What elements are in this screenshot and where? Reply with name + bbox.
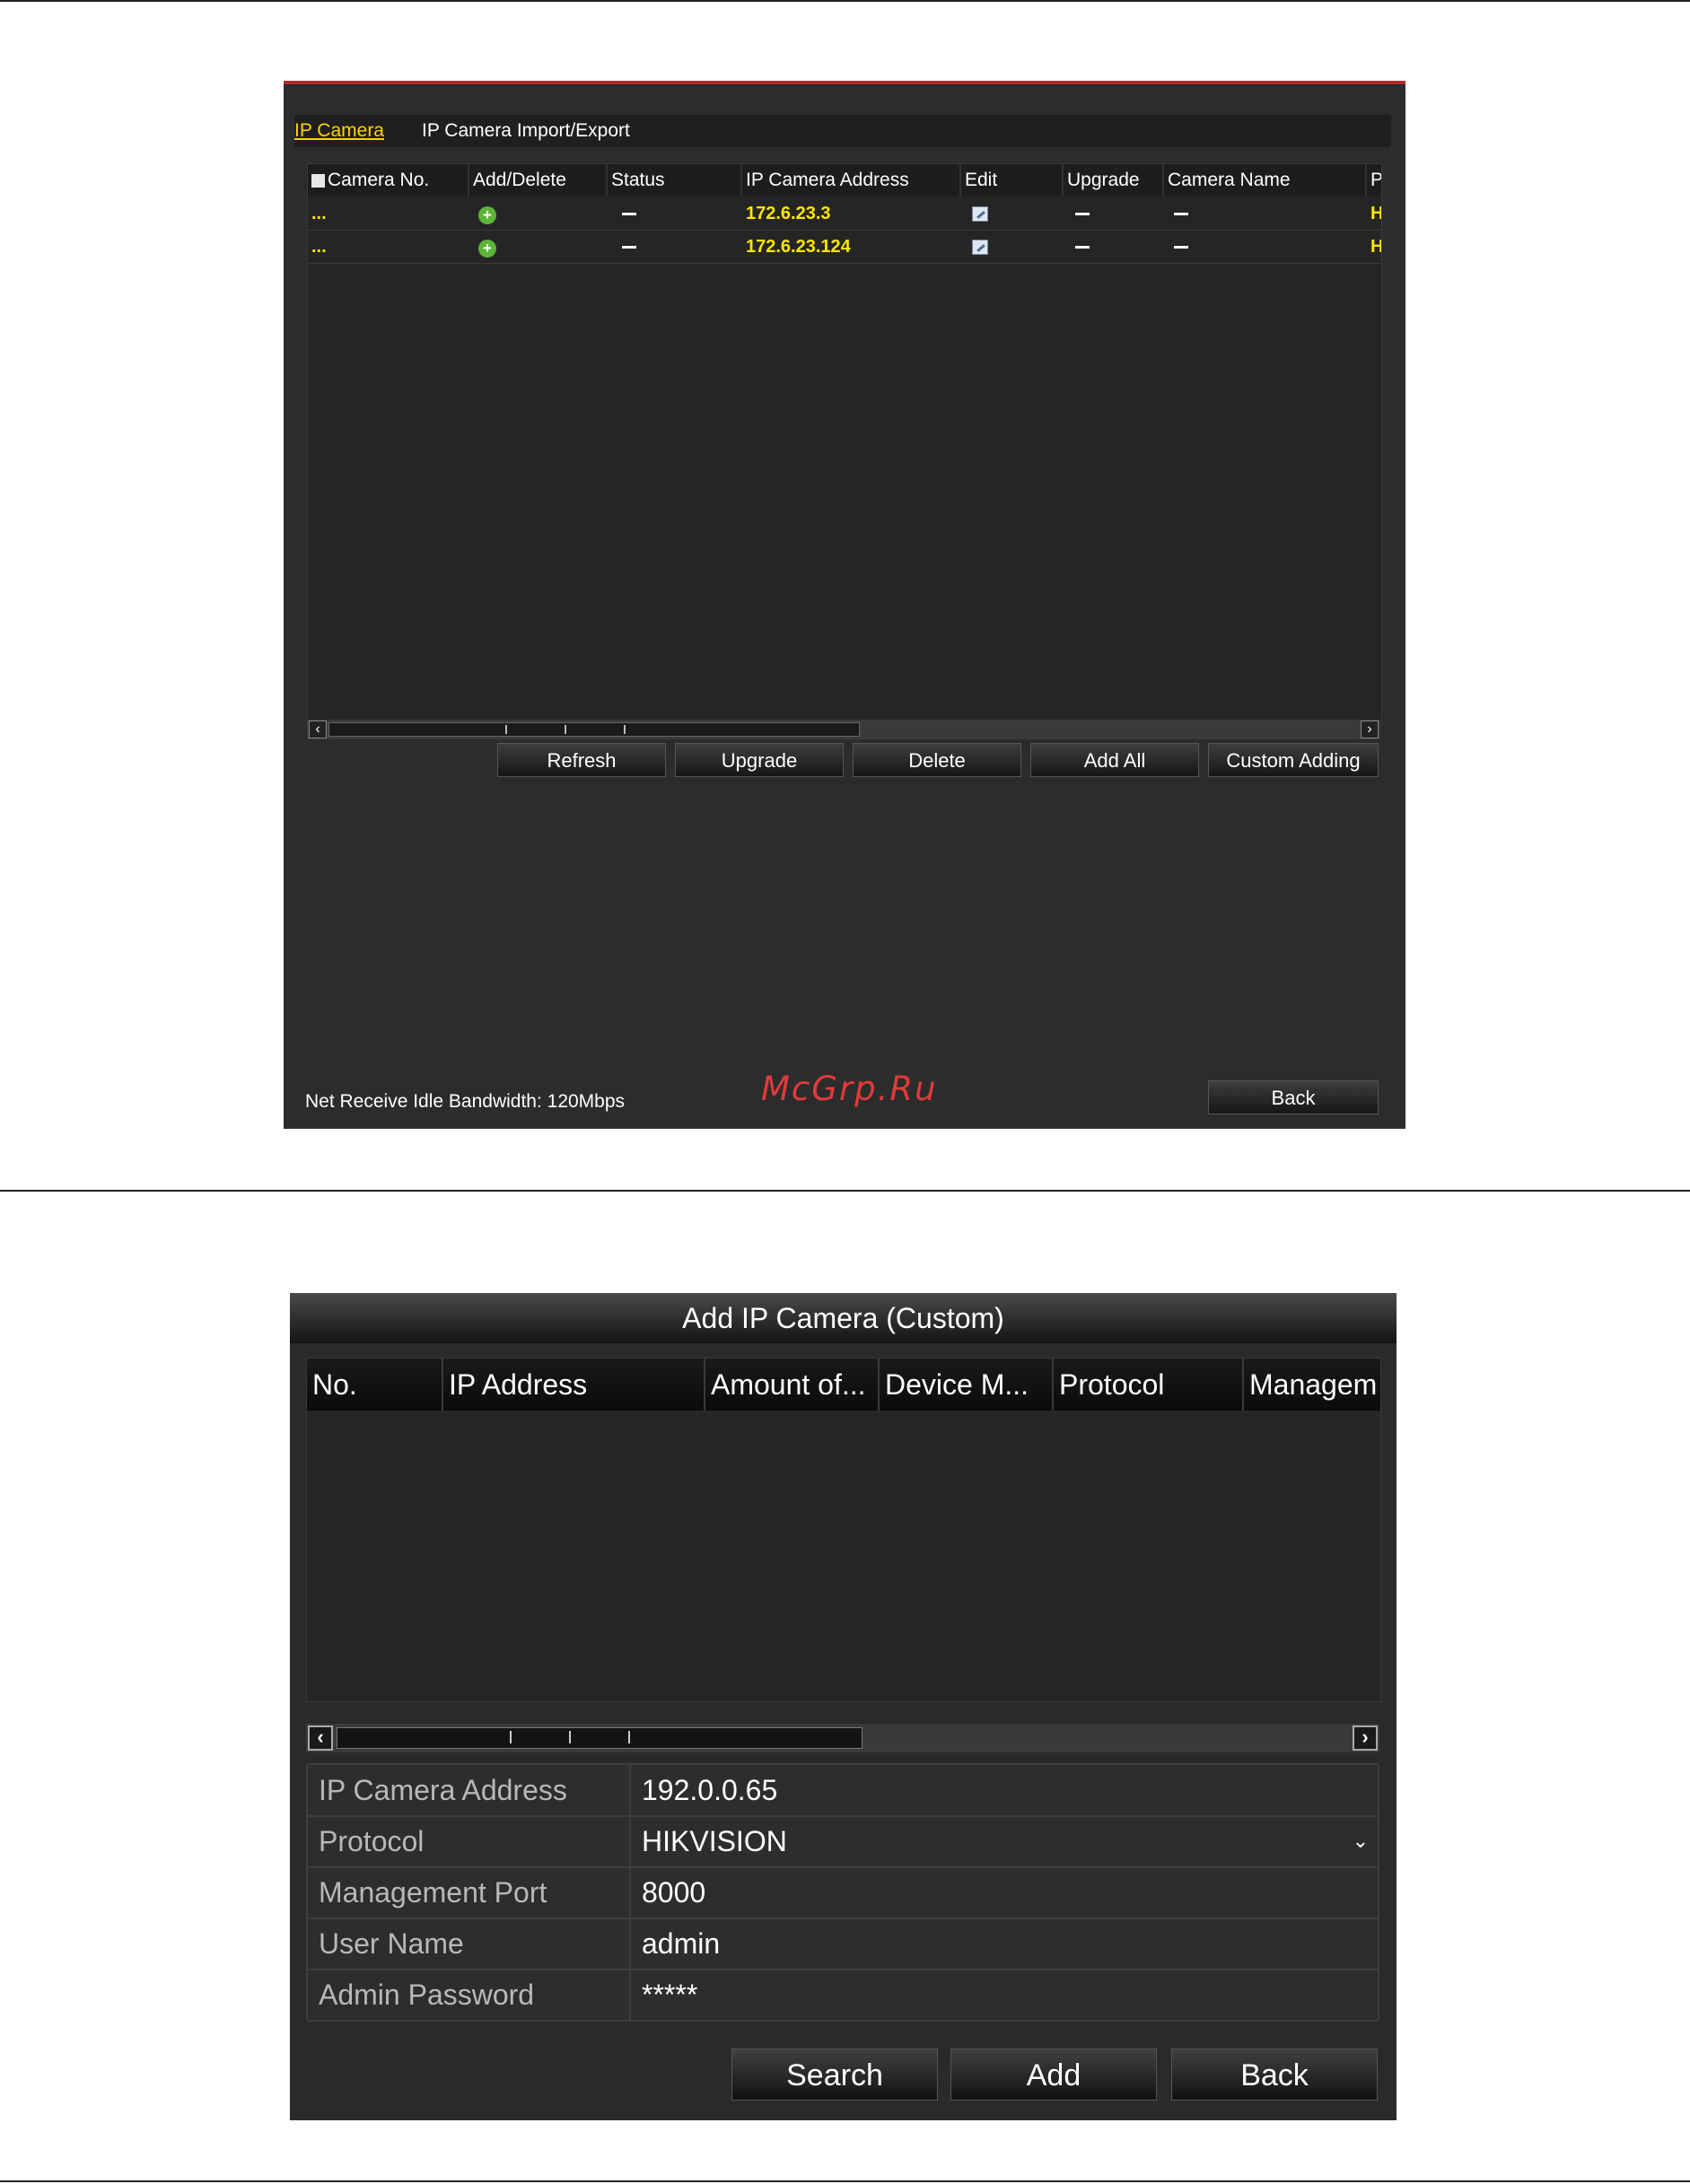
- chevron-left-icon[interactable]: ‹: [308, 1725, 333, 1751]
- col-device-model[interactable]: Device M...: [880, 1358, 1054, 1411]
- admin-password-input[interactable]: *****: [642, 1970, 697, 2020]
- camera-form: IP Camera Address 192.0.0.65 Protocol HI…: [306, 1763, 1379, 2022]
- scroll-grip: [505, 725, 507, 734]
- watermark: McGrp.Ru: [761, 1070, 938, 1108]
- user-name-label: User Name: [308, 1918, 631, 1969]
- form-row-protocol: Protocol HIKVISION ⌄: [308, 1816, 1378, 1868]
- horizontal-scrollbar[interactable]: ‹ ›: [307, 720, 1380, 739]
- form-row-ip-camera-address: IP Camera Address 192.0.0.65: [308, 1765, 1378, 1817]
- form-row-user-name: User Name admin: [308, 1918, 1378, 1970]
- scroll-grip: [569, 1731, 571, 1743]
- col-management-port[interactable]: Managem: [1244, 1358, 1380, 1411]
- edit-icon[interactable]: [972, 206, 988, 222]
- table-header: Camera No. Add/Delete Status IP Camera A…: [308, 164, 1381, 197]
- protocol-value: H: [1367, 197, 1381, 230]
- add-circle-icon[interactable]: +: [478, 206, 496, 224]
- col-no[interactable]: No.: [307, 1358, 443, 1411]
- middle-rule: [0, 1190, 1690, 1192]
- col-upgrade[interactable]: Upgrade: [1064, 164, 1164, 197]
- add-ip-camera-dialog: Add IP Camera (Custom) No. IP Address Am…: [290, 1293, 1397, 2120]
- scrollbar-thumb[interactable]: [328, 722, 860, 737]
- col-protocol[interactable]: P: [1367, 164, 1381, 197]
- ip-camera-address-input[interactable]: 192.0.0.65: [642, 1765, 777, 1815]
- tab-ip-camera-import-export[interactable]: IP Camera Import/Export: [422, 120, 630, 142]
- tab-ip-camera[interactable]: IP Camera: [294, 120, 384, 142]
- horizontal-scrollbar[interactable]: ‹ ›: [306, 1724, 1379, 1752]
- col-ip-camera-address[interactable]: IP Camera Address: [742, 164, 961, 197]
- table-row[interactable]: ... + 172.6.23.124 H: [308, 231, 1381, 264]
- col-ip-address[interactable]: IP Address: [443, 1358, 705, 1411]
- add-circle-icon[interactable]: +: [478, 240, 496, 258]
- chevron-right-icon[interactable]: ›: [1361, 721, 1379, 738]
- scrollbar-thumb[interactable]: [337, 1727, 863, 1749]
- upgrade-button[interactable]: Upgrade: [675, 743, 844, 777]
- col-status[interactable]: Status: [608, 164, 742, 197]
- camera-no: ...: [311, 204, 327, 223]
- scroll-grip: [624, 725, 626, 734]
- camera-name-dash: [1174, 246, 1188, 249]
- ip-camera-address: 172.6.23.124: [746, 237, 851, 257]
- chevron-left-icon[interactable]: ‹: [309, 721, 327, 738]
- scroll-grip: [510, 1731, 512, 1743]
- camera-name-dash: [1174, 213, 1188, 215]
- chevron-right-icon[interactable]: ›: [1353, 1725, 1378, 1751]
- add-all-button[interactable]: Add All: [1030, 743, 1199, 777]
- col-edit[interactable]: Edit: [961, 164, 1064, 197]
- protocol-label: Protocol: [308, 1816, 631, 1866]
- delete-button[interactable]: Delete: [853, 743, 1021, 777]
- status-dash: [622, 213, 636, 215]
- custom-adding-button[interactable]: Custom Adding: [1208, 743, 1379, 777]
- col-protocol[interactable]: Protocol: [1054, 1358, 1244, 1411]
- status-dash: [622, 246, 636, 249]
- user-name-input[interactable]: admin: [642, 1918, 720, 1969]
- col-camera-name[interactable]: Camera Name: [1164, 164, 1367, 197]
- edit-icon[interactable]: [972, 240, 988, 255]
- camera-no: ...: [311, 237, 327, 257]
- management-port-input[interactable]: 8000: [642, 1867, 705, 1918]
- ip-camera-panel: IP Camera IP Camera Import/Export Camera…: [284, 81, 1405, 1129]
- col-add-delete[interactable]: Add/Delete: [469, 164, 608, 197]
- col-amount[interactable]: Amount of...: [705, 1358, 880, 1411]
- chevron-down-icon[interactable]: ⌄: [1353, 1816, 1369, 1866]
- upgrade-dash: [1075, 213, 1090, 215]
- upgrade-dash: [1075, 246, 1090, 249]
- refresh-button[interactable]: Refresh: [497, 743, 666, 777]
- top-rule: [0, 0, 1690, 2]
- search-button[interactable]: Search: [731, 2049, 938, 2101]
- bandwidth-status: Net Receive Idle Bandwidth: 120Mbps: [305, 1091, 626, 1112]
- scroll-grip: [628, 1731, 630, 1743]
- management-port-label: Management Port: [308, 1867, 631, 1918]
- protocol-value: H: [1367, 231, 1381, 263]
- dialog-title: Add IP Camera (Custom): [290, 1293, 1397, 1343]
- add-button[interactable]: Add: [950, 2049, 1157, 2101]
- ip-camera-address-label: IP Camera Address: [308, 1765, 631, 1815]
- bottom-rule: [0, 2180, 1690, 2182]
- scroll-grip: [565, 725, 566, 734]
- select-all-checkbox[interactable]: [311, 174, 325, 188]
- tab-bar: IP Camera IP Camera Import/Export: [294, 115, 1391, 147]
- back-button[interactable]: Back: [1208, 1080, 1379, 1114]
- form-row-admin-password: Admin Password *****: [308, 1970, 1378, 2022]
- ip-camera-address: 172.6.23.3: [746, 204, 831, 223]
- admin-password-label: Admin Password: [308, 1970, 631, 2020]
- col-camera-no: Camera No.: [308, 164, 469, 197]
- protocol-select[interactable]: HIKVISION: [642, 1816, 787, 1866]
- back-button[interactable]: Back: [1171, 2049, 1378, 2101]
- form-row-management-port: Management Port 8000: [308, 1867, 1378, 1919]
- table-row[interactable]: ... + 172.6.23.3 H: [308, 197, 1381, 231]
- camera-table: Camera No. Add/Delete Status IP Camera A…: [307, 163, 1382, 721]
- search-results-table: No. IP Address Amount of... Device M... …: [306, 1358, 1381, 1702]
